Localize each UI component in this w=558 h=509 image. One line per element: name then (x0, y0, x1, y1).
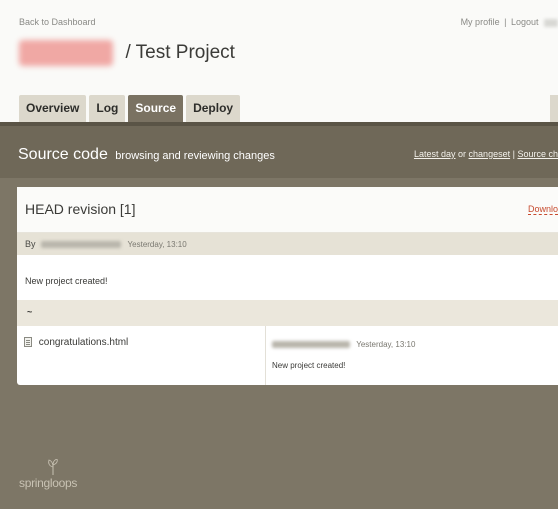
tab-source[interactable]: Source (128, 95, 184, 122)
revision-title: HEAD revision [1] (25, 201, 136, 217)
project-heading: / Test Project (19, 40, 235, 74)
username-blurred (544, 18, 558, 27)
file-name[interactable]: congratulations.html (39, 337, 129, 348)
or-text: or (458, 149, 467, 159)
changeset-link[interactable]: changeset (469, 149, 511, 159)
tab-log[interactable]: Log (89, 95, 126, 122)
separator: | (504, 17, 507, 27)
directory-row[interactable]: ~ (17, 300, 558, 326)
section-title-main: Source code (18, 146, 108, 163)
revision-time: Yesterday, 13:10 (127, 240, 187, 249)
file-commit-info: Yesterday, 13:10 (272, 340, 415, 349)
revision-card: HEAD revision [1] Downlo By Yesterday, 1… (17, 187, 558, 385)
tab-bar: Overview Log Source Deploy (19, 95, 243, 122)
section-title: Source code browsing and reviewing chang… (18, 146, 275, 164)
my-profile-link[interactable]: My profile (461, 17, 500, 27)
revision-header: HEAD revision [1] Downlo (17, 187, 558, 233)
company-name-blurred[interactable] (19, 40, 113, 66)
column-divider (265, 326, 266, 385)
file-commit-message: New project created! (272, 361, 346, 370)
file-entry[interactable]: congratulations.html (24, 337, 128, 348)
tab-right-stub[interactable] (550, 95, 558, 122)
springloops-leaf-icon (48, 459, 58, 475)
section-links: Latest day or changeset | Source ch (414, 149, 558, 159)
by-label: By (25, 239, 36, 249)
author-name-blurred (41, 241, 122, 249)
project-title: / Test Project (125, 42, 235, 63)
directory-path: ~ (27, 307, 33, 317)
tab-overview[interactable]: Overview (19, 95, 87, 122)
author-row: By Yesterday, 13:10 (17, 233, 558, 255)
file-icon (24, 337, 32, 348)
user-links: My profile | Logout (461, 17, 558, 27)
download-link[interactable]: Downlo (527, 204, 558, 215)
source-link[interactable]: Source ch (517, 149, 558, 159)
link-separator: | (512, 149, 515, 159)
file-author-blurred (272, 341, 350, 349)
section-subtitle: browsing and reviewing changes (115, 150, 275, 162)
file-commit-time: Yesterday, 13:10 (356, 340, 416, 349)
latest-day-link[interactable]: Latest day (414, 149, 456, 159)
logout-link[interactable]: Logout (511, 17, 539, 27)
back-to-dashboard-link[interactable]: Back to Dashboard (19, 17, 96, 27)
tab-deploy[interactable]: Deploy (186, 95, 241, 122)
commit-message: New project created! (25, 276, 108, 286)
springloops-logo[interactable]: springloops (19, 476, 77, 490)
author-line: By Yesterday, 13:10 (25, 239, 187, 249)
